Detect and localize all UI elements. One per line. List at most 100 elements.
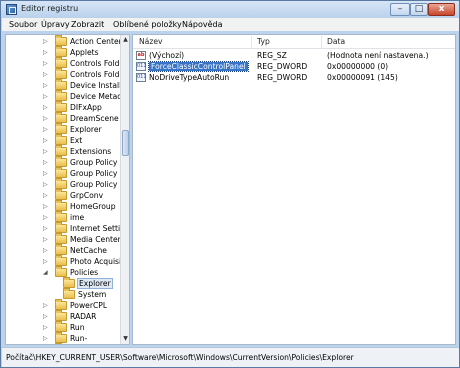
folder-icon	[55, 145, 67, 156]
tree-item[interactable]: ▷ Group Policy	[6, 156, 122, 168]
tree-scrollbar[interactable]: ▲ ▼	[120, 35, 129, 344]
tree-item[interactable]: ▷Group Policy Obje	[6, 178, 129, 190]
value-row[interactable]: ab (Výchozí) REG_SZ (Hodnota není nastav…	[133, 50, 455, 61]
tree-item[interactable]: ▷ Run-	[6, 332, 122, 344]
expand-arrow-icon[interactable]: ▷	[43, 302, 49, 309]
tree-item[interactable]: ▷ DreamScene	[6, 112, 122, 124]
menu-help[interactable]: Nápověda	[182, 20, 223, 29]
expand-arrow-icon[interactable]: ▷	[43, 214, 49, 221]
tree-item[interactable]: ▷ Run	[6, 321, 122, 333]
tree-item[interactable]: ▷ Applets	[6, 46, 122, 58]
folder-icon	[55, 57, 67, 68]
tree-item-label: Run	[70, 323, 85, 332]
value-row[interactable]: 011 NoDriveTypeAutoRun REG_DWORD 0x00000…	[133, 72, 455, 83]
tree-item[interactable]: ▷RunOnce	[55, 343, 62, 344]
tree-item-label: Media Center	[70, 235, 121, 244]
window-title: Editor registru	[21, 4, 79, 13]
expand-arrow-icon[interactable]: ▷	[43, 247, 49, 254]
column-divider[interactable]	[321, 36, 322, 48]
expand-arrow-icon[interactable]: ▷	[43, 181, 49, 188]
tree-item[interactable]: ▷ RADAR	[6, 310, 122, 322]
collapse-arrow-icon[interactable]: ◢	[43, 269, 49, 276]
expand-arrow-icon[interactable]: ▷	[43, 126, 49, 133]
tree-item[interactable]: ▷ HomeGroup	[6, 200, 122, 212]
expand-arrow-icon[interactable]: ▷	[43, 82, 49, 89]
value-type: REG_SZ	[257, 51, 287, 60]
expand-arrow-icon[interactable]: ▷	[43, 115, 49, 122]
expand-arrow-icon[interactable]: ▷	[43, 313, 49, 320]
menu-favorites[interactable]: Oblíbené položky	[113, 20, 182, 29]
expand-arrow-icon[interactable]: ▷	[43, 192, 49, 199]
tree-item[interactable]: ▷ GrpConv	[6, 189, 122, 201]
folder-icon	[55, 156, 67, 167]
value-type: REG_DWORD	[257, 73, 308, 82]
column-data-header[interactable]: Data	[327, 37, 345, 46]
value-data: 0x00000091 (145)	[327, 73, 398, 82]
tree-item[interactable]: ▷ Device Installer	[6, 79, 129, 91]
title-bar[interactable]: Editor registru – □ x	[1, 1, 459, 18]
scroll-up-icon[interactable]: ▲	[122, 36, 129, 44]
folder-icon	[55, 134, 67, 145]
expand-arrow-icon[interactable]: ▷	[43, 148, 49, 155]
expand-arrow-icon[interactable]: ▷	[43, 104, 49, 111]
expand-arrow-icon[interactable]: ▷	[43, 324, 49, 331]
tree-item[interactable]: ▷ ime	[6, 211, 122, 223]
registry-editor-icon	[6, 4, 17, 15]
key-tree-pane[interactable]: ▷ Action Center ▷ Applets ▷ Controls Folder ▷ C…	[5, 34, 130, 345]
tree-item-label: Applets	[70, 48, 99, 57]
tree-item[interactable]: ▷ PowerCPL	[6, 299, 122, 311]
tree-item-label: Extensions	[70, 147, 112, 156]
tree-item[interactable]: ▷Group Policy Edito	[6, 167, 129, 179]
expand-arrow-icon[interactable]: ▷	[43, 137, 49, 144]
expand-arrow-icon[interactable]: ▷	[43, 71, 49, 78]
folder-icon	[55, 211, 67, 222]
column-type-header[interactable]: Typ	[257, 37, 270, 46]
tree-item[interactable]: ▷ Action Center	[6, 35, 122, 47]
tree-item[interactable]: ▷ Controls Folder	[6, 57, 127, 69]
expand-arrow-icon[interactable]: ▷	[43, 49, 49, 56]
folder-icon	[55, 68, 67, 79]
expand-arrow-icon[interactable]: ▷	[43, 159, 49, 166]
tree-item-label: System	[78, 290, 107, 299]
tree-item[interactable]: ▷ Media Center	[6, 233, 122, 245]
scroll-down-icon[interactable]: ▼	[122, 335, 129, 343]
tree-item[interactable]: System	[6, 288, 122, 300]
expand-arrow-icon[interactable]: ▷	[43, 38, 49, 45]
values-pane[interactable]: Název Typ Data ab (Výchozí) REG_SZ (Hodn…	[132, 34, 456, 345]
value-name: (Výchozí)	[149, 51, 185, 60]
menu-edit[interactable]: Úpravy	[41, 20, 70, 29]
minimize-button[interactable]: –	[390, 3, 410, 16]
tree-item[interactable]: ▷ DIFxApp	[6, 101, 122, 113]
value-row-selected[interactable]: 011 ForceClassicControlPanel REG_DWORD 0…	[133, 61, 455, 72]
expand-arrow-icon[interactable]: ▷	[43, 258, 49, 265]
menu-file[interactable]: Soubor	[9, 20, 37, 29]
tree-item[interactable]: ▷ Internet Settings	[6, 222, 129, 234]
column-name-header[interactable]: Název	[139, 37, 163, 46]
tree-item[interactable]: ▷ Explorer	[6, 123, 122, 135]
tree-item-label: HomeGroup	[70, 202, 116, 211]
expand-arrow-icon[interactable]: ▷	[43, 225, 49, 232]
expand-arrow-icon[interactable]: ▷	[43, 236, 49, 243]
menu-view[interactable]: Zobrazit	[71, 20, 104, 29]
close-button[interactable]: x	[428, 3, 455, 16]
tree-item[interactable]: ▷ NetCache	[6, 244, 122, 256]
expand-arrow-icon[interactable]: ▷	[43, 93, 49, 100]
scroll-thumb[interactable]	[122, 130, 129, 156]
maximize-button[interactable]: □	[410, 3, 428, 16]
column-header: Název Typ Data	[133, 35, 455, 49]
expand-arrow-icon[interactable]: ▷	[43, 335, 49, 342]
tree-item[interactable]: ▷ Ext	[6, 134, 122, 146]
folder-icon	[55, 200, 67, 211]
tree-item[interactable]: ▷ Extensions	[6, 145, 122, 157]
tree-item[interactable]: ▷Controls Folder (W	[6, 68, 129, 80]
value-data: 0x00000000 (0)	[327, 62, 389, 71]
tree-item[interactable]: ▷ Device Metadata	[6, 90, 129, 102]
status-bar: Počítač\HKEY_CURRENT_USER\Software\Micro…	[2, 347, 459, 367]
expand-arrow-icon[interactable]: ▷	[43, 170, 49, 177]
expand-arrow-icon[interactable]: ▷	[43, 203, 49, 210]
column-divider[interactable]	[251, 36, 252, 48]
tree-item-label: Controls Folder	[70, 59, 128, 68]
tree-item[interactable]: ▷ Photo Acquisition	[6, 255, 129, 267]
expand-arrow-icon[interactable]: ▷	[43, 60, 49, 67]
value-data: (Hodnota není nastavena.)	[327, 51, 429, 60]
